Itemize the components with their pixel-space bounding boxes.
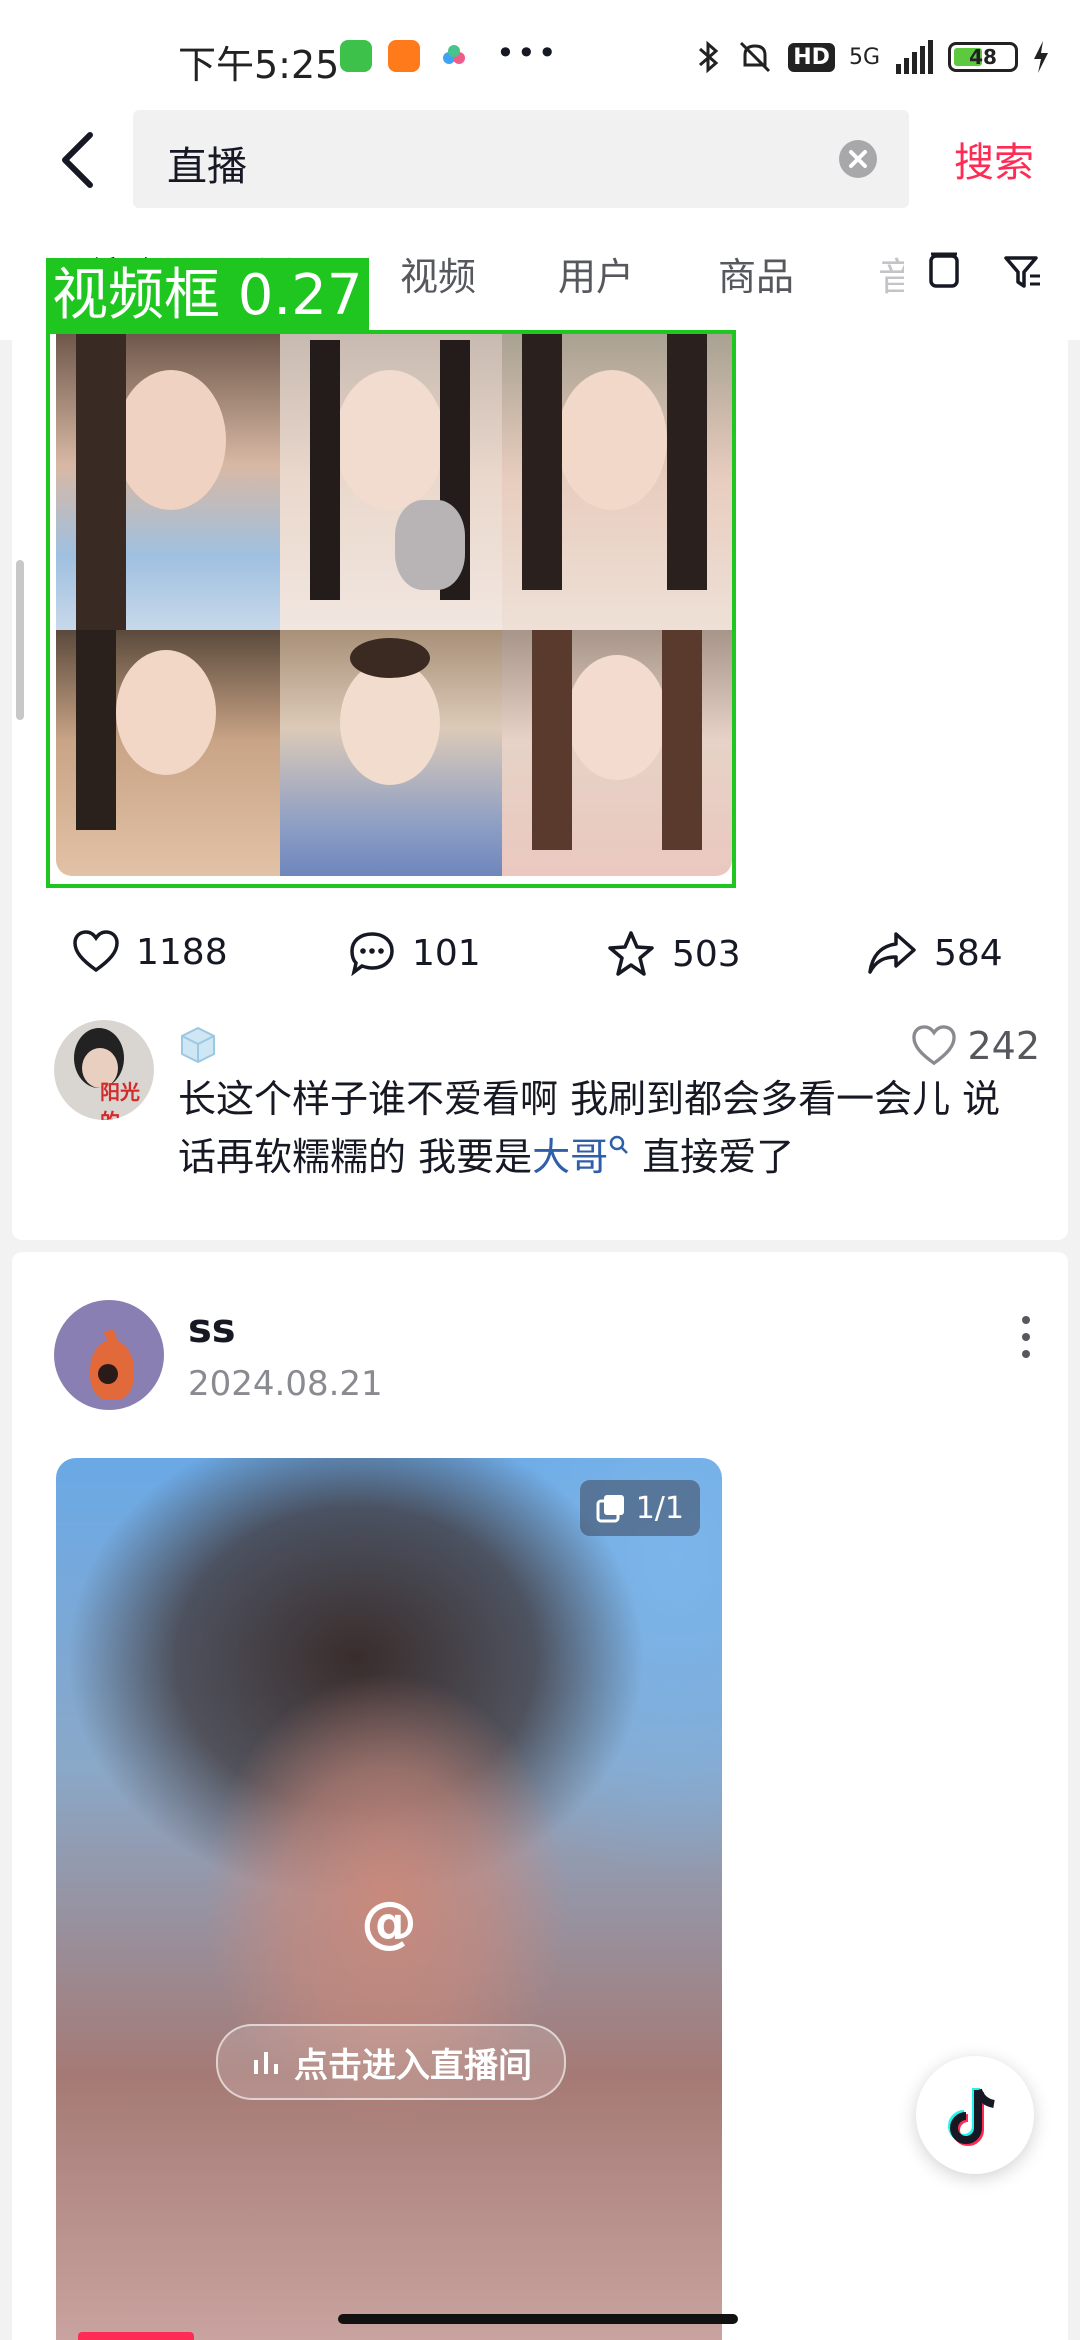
- avatar-text: 阳光的: [100, 1080, 140, 1120]
- comment-keyword-link[interactable]: 大哥: [532, 1135, 608, 1179]
- comment-like-count: 242: [967, 1024, 1040, 1068]
- comment-count: 101: [412, 932, 481, 974]
- comment-text: 长这个样子谁不爱看啊 我刷到都会多看一会儿 说话再软糯糯的 我要是大哥 直接爱了: [178, 1070, 1038, 1186]
- detection-box: [46, 330, 736, 888]
- app-notification-icon: [340, 40, 372, 72]
- like-count: 1188: [136, 931, 228, 973]
- comment-icon: [350, 932, 394, 976]
- battery-icon: 48: [948, 42, 1018, 72]
- username[interactable]: ss: [188, 1306, 236, 1352]
- scrollbar[interactable]: [16, 560, 24, 720]
- at-symbol: @: [361, 1890, 417, 1955]
- cloud-app-icon: [438, 40, 470, 72]
- home-indicator: [338, 2314, 738, 2324]
- detection-label: 视频框 0.27: [46, 258, 369, 334]
- charging-icon: [1034, 41, 1048, 73]
- share-icon: [868, 932, 916, 974]
- post-actions: 1188 101 503 584: [12, 930, 1068, 1000]
- favorite-action[interactable]: 503: [606, 930, 741, 978]
- page-count-badge: 1/1: [579, 1480, 700, 1536]
- back-arrow-icon[interactable]: [50, 120, 110, 200]
- live-bars-icon: [254, 2052, 278, 2074]
- favorite-count: 503: [672, 933, 741, 975]
- page-count: 1/1: [635, 1490, 684, 1526]
- heart-icon: [73, 930, 119, 973]
- live-tag: [78, 2332, 194, 2340]
- comment-like[interactable]: 242: [911, 1024, 1040, 1068]
- search-button[interactable]: 搜索: [954, 130, 1034, 188]
- enter-live-room-button[interactable]: 点击进入直播间: [216, 2024, 566, 2100]
- tab-users[interactable]: 用户: [558, 246, 634, 301]
- tab-products[interactable]: 商品: [718, 246, 794, 301]
- douyin-float-button[interactable]: [916, 2056, 1034, 2174]
- heart-icon: [912, 1025, 957, 1066]
- search-query: 直播: [167, 144, 247, 190]
- status-bar: 下午5:25 ••• HD 5G 48: [0, 0, 1080, 110]
- live-result-card: ss 2024.08.21 1/1 @ 点击进入直播间: [12, 1252, 1068, 2340]
- avatar[interactable]: [54, 1300, 164, 1410]
- tab-video[interactable]: 视频: [400, 246, 476, 301]
- enter-live-room-label: 点击进入直播间: [294, 2045, 532, 2086]
- ice-cube-icon: [181, 1026, 215, 1064]
- comment-action[interactable]: 101: [348, 930, 481, 976]
- status-time: 下午5:25: [178, 43, 340, 87]
- more-options-icon[interactable]: [1020, 1312, 1032, 1362]
- mute-bell-icon: [740, 41, 771, 73]
- tab-music[interactable]: 音: [878, 246, 904, 301]
- avatar[interactable]: 阳光的: [54, 1020, 154, 1120]
- post-date: 2024.08.21: [188, 1364, 383, 1404]
- search-icon: [609, 1135, 628, 1154]
- signal-icon: [896, 40, 933, 74]
- top-comment[interactable]: 阳光的 242 长这个样子谁不爱看啊 我刷到都会多看一会儿 说话再软糯糯的 我要…: [12, 1020, 1068, 1220]
- live-stream-thumbnail[interactable]: 1/1 @ 点击进入直播间: [56, 1458, 722, 2340]
- 58-app-icon: [388, 40, 420, 72]
- share-action[interactable]: 584: [866, 930, 1003, 976]
- bluetooth-icon: [699, 40, 719, 74]
- clear-icon[interactable]: [839, 140, 877, 178]
- comment-text-after: 直接爱了: [630, 1135, 795, 1179]
- more-notifications-icon: •••: [496, 34, 559, 72]
- network-label: 5G: [848, 44, 880, 70]
- battery-level: 48: [969, 45, 997, 69]
- search-header: 直播 搜索: [0, 110, 1080, 220]
- share-count: 584: [934, 932, 1003, 974]
- layout-toggle-icon[interactable]: [926, 250, 962, 292]
- like-action[interactable]: 1188: [72, 930, 228, 974]
- hd-badge: HD: [788, 42, 835, 72]
- search-input[interactable]: 直播: [133, 110, 909, 208]
- gallery-icon: [596, 1495, 624, 1523]
- filter-icon[interactable]: [1002, 252, 1042, 292]
- douyin-logo-icon: [948, 2088, 995, 2146]
- star-icon: [608, 931, 654, 976]
